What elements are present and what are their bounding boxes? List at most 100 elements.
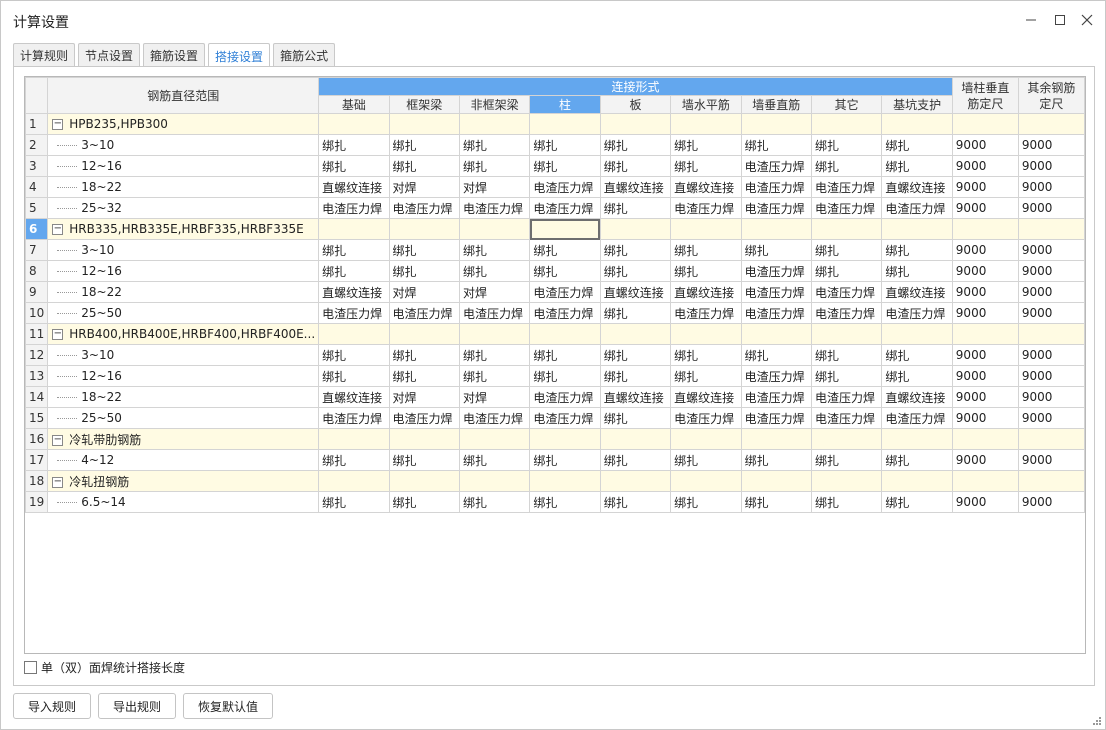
resize-grip-icon[interactable] [1092, 716, 1102, 726]
value-cell[interactable]: 绑扎 [740, 344, 812, 366]
value-cell[interactable]: 电渣压力焊 [810, 386, 883, 408]
value-cell[interactable] [1017, 470, 1085, 492]
value-cell[interactable]: 电渣压力焊 [458, 407, 531, 429]
value-cell[interactable]: 电渣压力焊 [810, 281, 883, 303]
value-cell[interactable]: 电渣压力焊 [529, 197, 601, 219]
value-cell[interactable]: 绑扎 [599, 134, 672, 156]
value-cell[interactable]: 绑扎 [388, 134, 460, 156]
value-cell[interactable] [951, 428, 1019, 450]
column-header[interactable]: 框架梁 [388, 95, 460, 114]
value-cell[interactable]: 绑扎 [881, 491, 953, 513]
value-cell[interactable]: 绑扎 [529, 260, 601, 282]
value-cell[interactable]: 电渣压力焊 [529, 386, 601, 408]
value-cell[interactable] [318, 470, 390, 492]
value-cell[interactable]: 9000 [951, 344, 1019, 366]
group-row[interactable]: 18− 冷轧扭钢筋 [25, 470, 1085, 492]
row-number[interactable]: 18 [25, 470, 49, 492]
table-row[interactable]: 5 25~32 电渣压力焊 电渣压力焊 电渣压力焊 电渣压力焊 绑扎 电渣压力焊 电渣压力焊 电渣… [25, 197, 1085, 219]
collapse-icon[interactable]: − [52, 224, 64, 235]
value-cell[interactable]: 绑扎 [810, 155, 883, 177]
row-number[interactable]: 15 [25, 407, 49, 429]
row-number[interactable]: 11 [25, 323, 49, 345]
value-cell[interactable]: 电渣压力焊 [318, 197, 390, 219]
row-number[interactable]: 2 [25, 134, 49, 156]
value-cell[interactable]: 绑扎 [458, 155, 531, 177]
value-cell[interactable] [529, 218, 601, 240]
value-cell[interactable]: 绑扎 [318, 449, 390, 471]
range-name-cell[interactable]: 3~10 [47, 344, 320, 366]
corner-cell[interactable] [25, 77, 49, 114]
value-cell[interactable]: 绑扎 [810, 365, 883, 387]
value-cell[interactable]: 电渣压力焊 [318, 302, 390, 324]
value-cell[interactable]: 绑扎 [388, 491, 460, 513]
value-cell[interactable]: 9000 [1017, 197, 1085, 219]
value-cell[interactable] [1017, 428, 1085, 450]
range-name-cell[interactable]: − HRB335,HRB335E,HRBF335,HRBF335E [47, 218, 320, 240]
value-cell[interactable]: 对焊 [388, 281, 460, 303]
table-row[interactable]: 10 25~50 电渣压力焊 电渣压力焊 电渣压力焊 电渣压力焊 绑扎 电渣压力焊 电渣压力焊电… [25, 302, 1085, 324]
row-number[interactable]: 6 [25, 218, 49, 240]
table-row[interactable]: 19 6.5~14 绑扎 绑扎 绑扎 绑扎 绑扎 绑扎 绑扎 绑扎 绑扎 9000 9000 [25, 491, 1085, 513]
value-cell[interactable] [951, 470, 1019, 492]
value-cell[interactable]: 直螺纹连接 [599, 386, 672, 408]
value-cell[interactable] [881, 113, 953, 135]
value-cell[interactable]: 绑扎 [318, 365, 390, 387]
value-cell[interactable]: 电渣压力焊 [740, 197, 812, 219]
tab-3[interactable]: 搭接设置 [208, 43, 271, 68]
table-row[interactable]: 13 12~16 绑扎 绑扎 绑扎 绑扎 绑扎 绑扎 电渣压力焊 绑扎 绑扎 9000 9000 [25, 365, 1085, 387]
range-name-cell[interactable]: 18~22 [47, 176, 320, 198]
value-cell[interactable]: 绑扎 [599, 449, 672, 471]
value-cell[interactable]: 9000 [1017, 491, 1085, 513]
value-cell[interactable] [881, 323, 953, 345]
column-header[interactable]: 非框架梁 [458, 95, 531, 114]
value-cell[interactable] [388, 218, 460, 240]
value-cell[interactable] [670, 470, 742, 492]
value-cell[interactable]: 绑扎 [458, 344, 531, 366]
value-cell[interactable]: 绑扎 [599, 239, 672, 261]
collapse-icon[interactable]: − [52, 476, 64, 488]
value-cell[interactable]: 绑扎 [810, 344, 883, 366]
value-cell[interactable] [1017, 323, 1085, 345]
row-number[interactable]: 17 [25, 449, 49, 471]
group-row[interactable]: 11− HRB400,HRB400E,HRBF400,HRBF400E... [25, 323, 1085, 345]
value-cell[interactable] [458, 113, 531, 135]
value-cell[interactable]: 电渣压力焊 [810, 197, 883, 219]
value-cell[interactable]: 绑扎 [458, 260, 531, 282]
tab-1[interactable]: 节点设置 [78, 43, 141, 67]
weld-lap-option[interactable]: 单（双）面焊统计搭接长度 [24, 659, 185, 676]
value-cell[interactable]: 绑扎 [529, 449, 601, 471]
value-cell[interactable]: 绑扎 [529, 365, 601, 387]
table-row[interactable]: 3 12~16 绑扎 绑扎 绑扎 绑扎 绑扎 绑扎 电渣压力焊 绑扎 绑扎 9000 9000 [25, 155, 1085, 177]
value-cell[interactable] [670, 428, 742, 450]
value-cell[interactable]: 电渣压力焊 [740, 260, 812, 282]
value-cell[interactable]: 9000 [1017, 344, 1085, 366]
weld-lap-checkbox[interactable] [24, 661, 37, 674]
group-row[interactable]: 1− HPB235,HPB300 [25, 113, 1085, 135]
tab-0[interactable]: 计算规则 [13, 43, 76, 67]
value-cell[interactable]: 9000 [951, 449, 1019, 471]
value-cell[interactable]: 绑扎 [529, 239, 601, 261]
collapse-icon[interactable]: − [52, 329, 64, 340]
value-cell[interactable]: 电渣压力焊 [670, 407, 742, 429]
value-cell[interactable]: 电渣压力焊 [740, 281, 812, 303]
value-cell[interactable]: 电渣压力焊 [881, 302, 953, 324]
value-cell[interactable]: 直螺纹连接 [881, 281, 953, 303]
value-cell[interactable]: 绑扎 [881, 365, 953, 387]
value-cell[interactable]: 9000 [951, 491, 1019, 513]
value-cell[interactable] [670, 323, 742, 345]
value-cell[interactable]: 9000 [951, 302, 1019, 324]
value-cell[interactable] [740, 218, 812, 240]
value-cell[interactable] [529, 323, 601, 345]
value-cell[interactable]: 绑扎 [529, 344, 601, 366]
value-cell[interactable]: 电渣压力焊 [529, 407, 601, 429]
value-cell[interactable] [599, 218, 672, 240]
value-cell[interactable] [670, 113, 742, 135]
value-cell[interactable]: 绑扎 [599, 260, 672, 282]
value-cell[interactable] [1017, 218, 1085, 240]
value-cell[interactable]: 绑扎 [670, 491, 742, 513]
value-cell[interactable]: 电渣压力焊 [388, 302, 460, 324]
range-name-cell[interactable]: 25~50 [47, 407, 320, 429]
value-cell[interactable]: 绑扎 [529, 491, 601, 513]
value-cell[interactable] [740, 470, 812, 492]
value-cell[interactable]: 电渣压力焊 [810, 407, 883, 429]
